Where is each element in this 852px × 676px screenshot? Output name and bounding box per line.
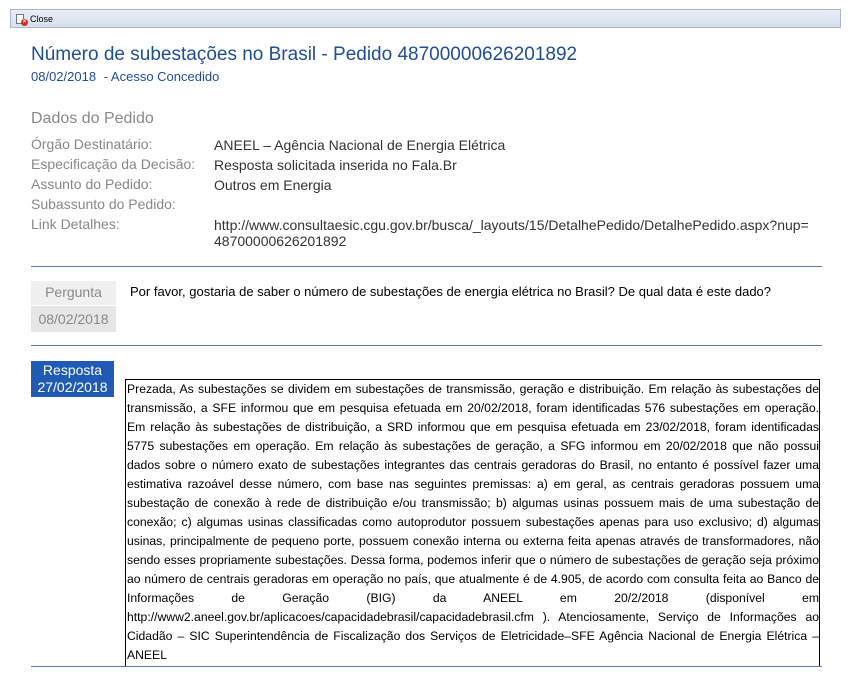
answer-text: Prezada, As subestações se dividem em su… — [125, 379, 820, 667]
question-date: 08/02/2018 — [31, 306, 116, 332]
page: × Close Número de subestações no Brasil … — [0, 0, 852, 676]
request-status-line: 08/02/2018 - Acesso Concedido — [31, 69, 219, 84]
field-label-link: Link Detalhes: — [31, 216, 120, 232]
field-value-especificacao: Resposta solicitada inserida no Fala.Br — [214, 157, 457, 173]
details-link[interactable]: http://www.consultaesic.cgu.gov.br/busca… — [214, 217, 814, 249]
close-button[interactable]: × Close — [16, 12, 53, 26]
field-value-assunto: Outros em Energia — [214, 177, 332, 193]
divider — [31, 666, 822, 667]
question-label: Pergunta — [31, 281, 116, 305]
field-label-orgao: Órgão Destinatário: — [31, 136, 153, 152]
question-text: Por favor, gostaria de saber o número de… — [130, 284, 772, 299]
field-label-assunto: Assunto do Pedido: — [31, 176, 153, 192]
answer-badge: Resposta 27/02/2018 — [31, 361, 114, 397]
field-label-especificacao: Especificação da Decisão: — [31, 156, 196, 172]
close-label: Close — [30, 14, 54, 24]
answer-date: 27/02/2018 — [37, 379, 108, 395]
page-title: Número de subestações no Brasil - Pedido… — [31, 44, 578, 65]
close-icon: × — [16, 13, 28, 26]
field-value-orgao: ANEEL – Agência Nacional de Energia Elét… — [214, 137, 506, 153]
divider — [31, 266, 822, 267]
field-label-subassunto: Subassunto do Pedido: — [31, 196, 176, 212]
toolbar: × Close — [10, 9, 841, 28]
divider — [31, 345, 822, 346]
access-status: - Acesso Concedido — [103, 69, 220, 84]
section-heading: Dados do Pedido — [31, 110, 154, 127]
answer-label: Resposta — [42, 362, 103, 378]
request-date: 08/02/2018 — [31, 69, 97, 84]
